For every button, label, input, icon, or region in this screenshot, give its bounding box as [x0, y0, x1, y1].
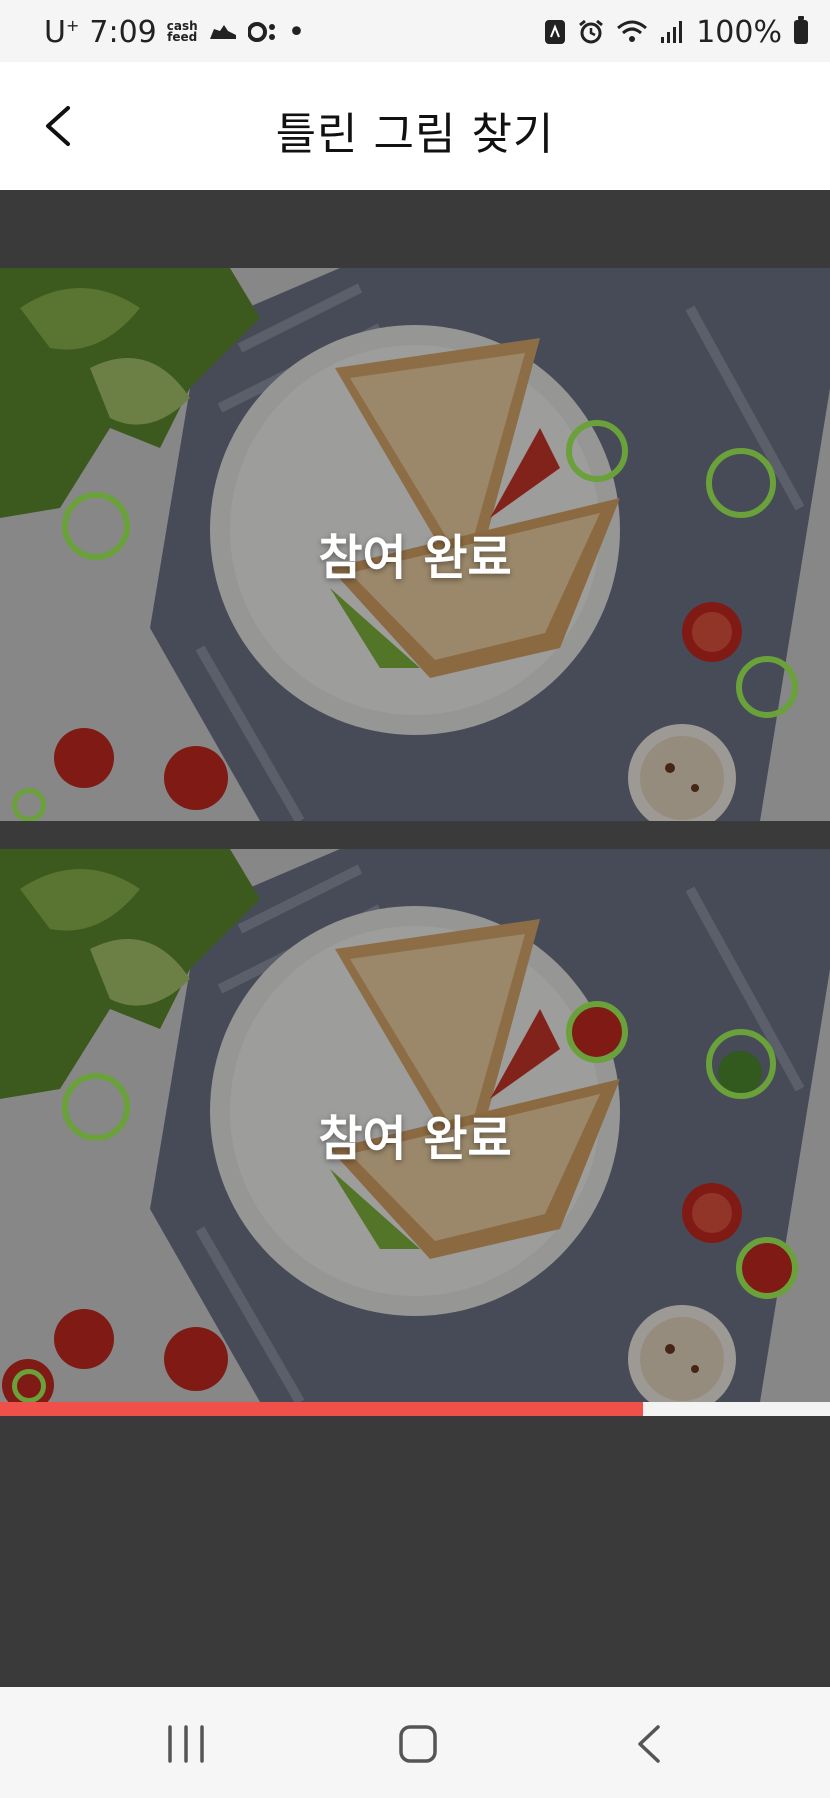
carrier-label: U+	[44, 14, 80, 50]
notification-dot: •	[287, 14, 306, 50]
shoe-icon	[209, 25, 236, 39]
found-difference-marker	[566, 1001, 628, 1063]
home-button[interactable]	[388, 1719, 448, 1769]
original-image-panel[interactable]: 참여 완료	[0, 268, 830, 821]
found-difference-marker	[62, 492, 130, 560]
app-header: 틀린 그림 찾기	[0, 62, 830, 190]
battery-percent: 100%	[696, 14, 782, 50]
clock: 7:09	[89, 14, 157, 50]
found-difference-marker	[706, 1029, 776, 1099]
status-bar: U+ 7:09 cash feed • 100%	[0, 0, 830, 62]
system-back-button[interactable]	[620, 1719, 680, 1769]
timer-bar	[0, 1402, 830, 1416]
timer-fill	[0, 1402, 644, 1416]
altered-image-panel[interactable]: 참여 완료	[0, 849, 830, 1402]
found-difference-marker	[706, 448, 776, 518]
found-difference-marker	[12, 788, 46, 821]
sim-icon	[545, 20, 566, 44]
page-title: 틀린 그림 찾기	[275, 109, 555, 160]
wifi-icon	[617, 20, 648, 42]
cashfeed-icon: cash feed	[166, 19, 198, 44]
found-difference-marker	[12, 1369, 46, 1402]
found-difference-marker	[736, 656, 798, 718]
signal-icon	[661, 21, 683, 43]
mission-icon	[247, 22, 275, 42]
recent-apps-button[interactable]	[156, 1719, 216, 1769]
found-difference-marker	[736, 1237, 798, 1299]
alarm-icon	[579, 19, 604, 44]
found-difference-marker	[62, 1073, 130, 1141]
found-difference-marker	[566, 420, 628, 482]
battery-icon	[794, 16, 808, 44]
system-nav-bar	[0, 1687, 830, 1798]
